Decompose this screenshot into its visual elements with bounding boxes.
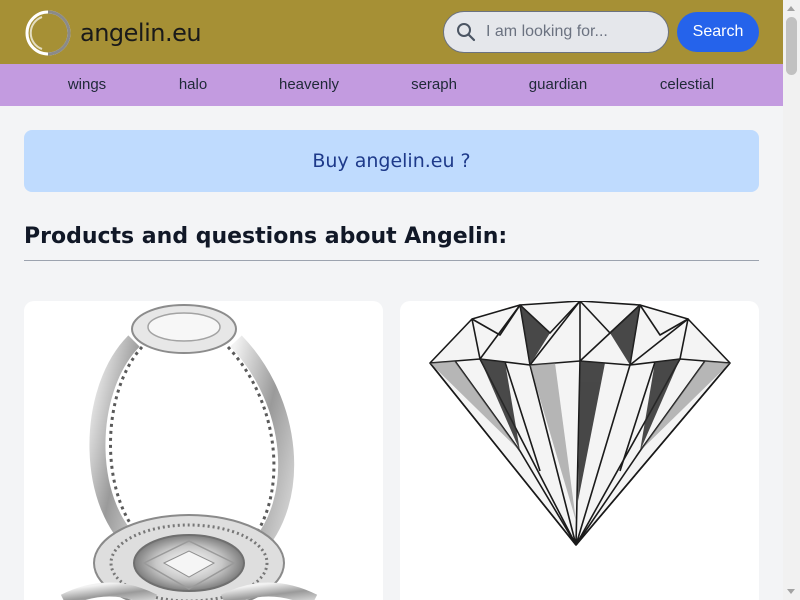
search-input[interactable]	[486, 23, 666, 41]
scrollbar-thumb[interactable]	[786, 17, 797, 75]
section-divider	[24, 260, 759, 261]
nav-item-seraph[interactable]: seraph	[411, 76, 457, 93]
search-button[interactable]: Search	[677, 12, 759, 52]
site-header: angelin.eu Search	[0, 0, 783, 64]
section-title: Products and questions about Angelin:	[24, 224, 508, 249]
product-card[interactable]	[24, 301, 383, 600]
category-nav: wings halo heavenly seraph guardian cele…	[0, 64, 783, 106]
ring-logo-icon	[25, 10, 71, 56]
nav-item-wings[interactable]: wings	[68, 76, 106, 93]
nav-item-guardian[interactable]: guardian	[529, 76, 587, 93]
site-logo[interactable]: angelin.eu	[24, 8, 202, 58]
diamond-sketch-image	[429, 301, 731, 546]
page: angelin.eu Search wings halo heavenly se…	[0, 0, 783, 600]
product-card[interactable]	[400, 301, 759, 600]
site-name: angelin.eu	[80, 19, 202, 47]
diamond-ring-image	[60, 304, 318, 600]
buy-domain-link[interactable]: Buy angelin.eu ?	[312, 150, 470, 172]
nav-item-halo[interactable]: halo	[179, 76, 207, 93]
search-icon	[457, 23, 476, 42]
page-scrollbar[interactable]	[783, 0, 800, 600]
nav-item-celestial[interactable]: celestial	[660, 76, 714, 93]
scroll-up-icon[interactable]	[787, 6, 795, 11]
search-field[interactable]	[443, 11, 669, 53]
scroll-down-icon[interactable]	[787, 589, 795, 594]
buy-domain-banner: Buy angelin.eu ?	[24, 130, 759, 192]
nav-item-heavenly[interactable]: heavenly	[279, 76, 339, 93]
